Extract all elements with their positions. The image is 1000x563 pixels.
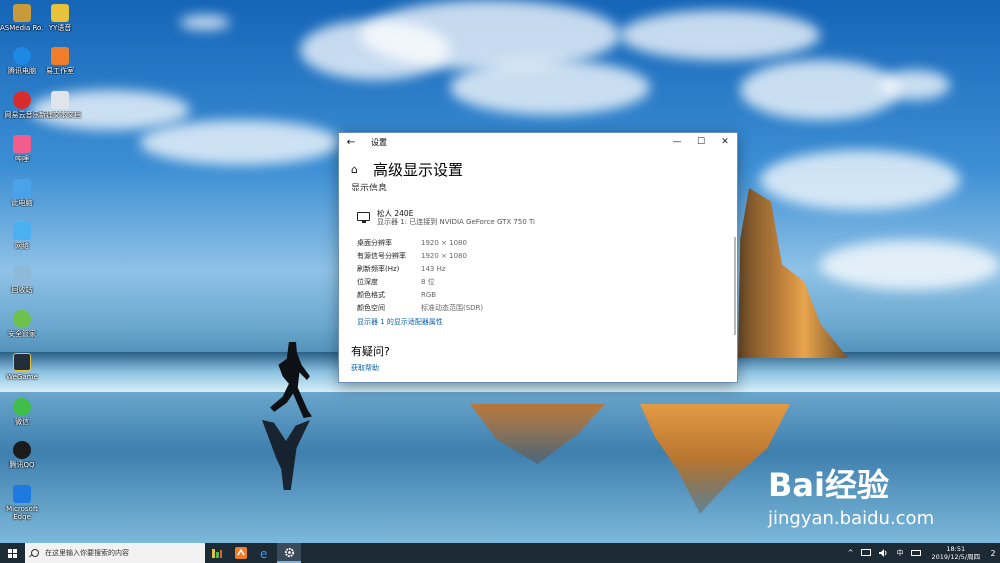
volume-icon[interactable] — [879, 549, 888, 557]
desktop-icon-security[interactable]: 安全管家 — [0, 310, 44, 338]
tencent-pc-icon — [13, 47, 31, 65]
network-icon — [13, 222, 31, 240]
desktop-icon-new-text-doc[interactable]: 新建文本文档 — [38, 91, 82, 119]
desktop-icon-edge[interactable]: Microsoft Edge — [0, 485, 44, 521]
yy-icon — [51, 4, 69, 22]
search-icon — [31, 549, 39, 557]
maximize-button[interactable]: ☐ — [689, 137, 713, 147]
property-value: 1920 × 1080 — [421, 238, 467, 247]
search-placeholder: 在这里输入你要搜索的内容 — [45, 549, 129, 557]
taskbar-search[interactable]: 在这里输入你要搜索的内容 — [25, 543, 205, 563]
property-row: 刷新频率(Hz) 143 Hz — [357, 262, 725, 275]
svg-text:e: e — [260, 547, 267, 559]
section-title: 显示信息 — [351, 184, 388, 191]
desktop-icon-yy[interactable]: YY语音 — [38, 4, 82, 32]
property-label: 桌面分辨率 — [357, 238, 392, 247]
desktop-icon-recycle-bin[interactable]: 回收站 — [0, 266, 44, 294]
help-title: 有疑问? — [351, 345, 390, 358]
display-properties: 桌面分辨率 1920 × 1080 有源信号分辨率 1920 × 1080 刷新… — [357, 236, 725, 314]
property-label: 刷新频率(Hz) — [357, 264, 400, 273]
baidu-watermark: Bai经验 jingyan.baidu.com — [768, 460, 993, 540]
property-row: 有源信号分辨率 1920 × 1080 — [357, 249, 725, 262]
clock-time: 18:51 — [946, 545, 966, 553]
property-value: 1920 × 1080 — [421, 251, 467, 260]
security-shield-icon — [13, 310, 31, 328]
studio-icon — [51, 47, 69, 65]
qq-penguin-icon — [13, 441, 31, 459]
settings-window: ← 设置 — ☐ ✕ ⌂ 高级显示设置 显示信息 松人 240E 显示器 1: … — [338, 132, 738, 383]
windows-logo-icon — [8, 548, 17, 558]
taskbar-clock[interactable]: 18:51 2019/12/5/周四 — [931, 545, 980, 561]
close-button[interactable]: ✕ — [713, 137, 737, 147]
edge-browser-icon: e — [260, 547, 267, 559]
property-value: 标准动态范围(SDR) — [421, 303, 484, 312]
notification-icon[interactable]: 2 — [986, 549, 1000, 558]
network-icon[interactable] — [861, 549, 872, 557]
desktop-icon-wegame[interactable]: WeGame — [0, 353, 44, 381]
computer-icon — [13, 179, 31, 197]
asmedia-icon — [13, 4, 31, 22]
property-label: 颜色空间 — [357, 303, 385, 312]
studio-app-icon — [235, 547, 247, 559]
gear-icon — [284, 547, 294, 557]
property-value: RGB — [421, 290, 437, 299]
edge-browser-icon — [13, 485, 31, 503]
keyboard-icon[interactable] — [911, 549, 922, 557]
clock-date: 2019/12/5/周四 — [931, 553, 980, 561]
property-row: 桌面分辨率 1920 × 1080 — [357, 236, 725, 249]
desktop-icon-this-pc[interactable]: 此电脑 — [0, 179, 44, 207]
taskbar-app-edge[interactable]: e — [253, 543, 277, 563]
ime-indicator[interactable]: 中 — [896, 548, 903, 558]
property-label: 位深度 — [357, 277, 378, 286]
window-title: 设置 — [371, 137, 387, 147]
bilibili-icon — [13, 135, 31, 153]
adapter-properties-link[interactable]: 显示器 1 的显示适配器属性 — [357, 317, 725, 327]
taskbar: 在这里输入你要搜索的内容 e ^ 中 18:51 2019/12/5/周四 2 — [0, 543, 1000, 563]
monitor-info: 松人 240E 显示器 1: 已连接到 NVIDIA GeForce GTX 7… — [357, 209, 725, 227]
watermark-url: jingyan.baidu.com — [768, 508, 935, 529]
desktop-icon-bilibili[interactable]: 哔哩 — [0, 135, 44, 163]
get-help-link[interactable]: 获取帮助 — [351, 363, 725, 373]
minimize-button[interactable]: — — [665, 137, 689, 147]
recycle-bin-icon — [13, 266, 31, 284]
start-button[interactable] — [0, 543, 25, 563]
monitor-description: 显示器 1: 已连接到 NVIDIA GeForce GTX 750 Ti — [377, 218, 536, 226]
property-value: 8 位 — [421, 277, 435, 286]
desktop-icon-network[interactable]: 网络 — [0, 222, 44, 250]
bars-app-icon — [212, 549, 222, 558]
monitor-icon — [357, 212, 370, 223]
text-document-icon — [51, 91, 69, 109]
page-title: 高级显示设置 — [373, 161, 464, 179]
window-titlebar: ← 设置 — ☐ ✕ — [339, 133, 737, 151]
system-tray: ^ 中 18:51 2019/12/5/周四 2 — [844, 543, 1000, 563]
back-arrow-icon[interactable]: ← — [339, 137, 363, 148]
property-row: 位深度 8 位 — [357, 275, 725, 288]
taskbar-app-file-manager[interactable] — [205, 543, 229, 563]
desktop-icon-qq[interactable]: 腾讯QQ — [0, 441, 44, 469]
property-label: 颜色格式 — [357, 290, 385, 299]
taskbar-app-studio[interactable] — [229, 543, 253, 563]
taskbar-app-settings[interactable] — [277, 543, 301, 563]
desktop-icon-wechat[interactable]: 微信 — [0, 398, 44, 426]
property-row: 颜色格式 RGB — [357, 288, 725, 301]
property-label: 有源信号分辨率 — [357, 251, 406, 260]
baidu-logo: Bai经验 — [768, 466, 889, 504]
desktop-icon-studio[interactable]: 易工作室 — [38, 47, 82, 75]
property-value: 143 Hz — [421, 264, 446, 273]
scrollbar[interactable] — [734, 237, 736, 335]
wegame-icon — [13, 353, 31, 371]
property-row: 颜色空间 标准动态范围(SDR) — [357, 301, 725, 314]
monitor-name: 松人 240E — [377, 209, 414, 218]
wechat-icon — [13, 398, 31, 416]
tray-chevron-icon[interactable]: ^ — [848, 549, 854, 557]
netease-music-icon — [13, 91, 31, 109]
home-icon[interactable]: ⌂ — [351, 163, 365, 176]
